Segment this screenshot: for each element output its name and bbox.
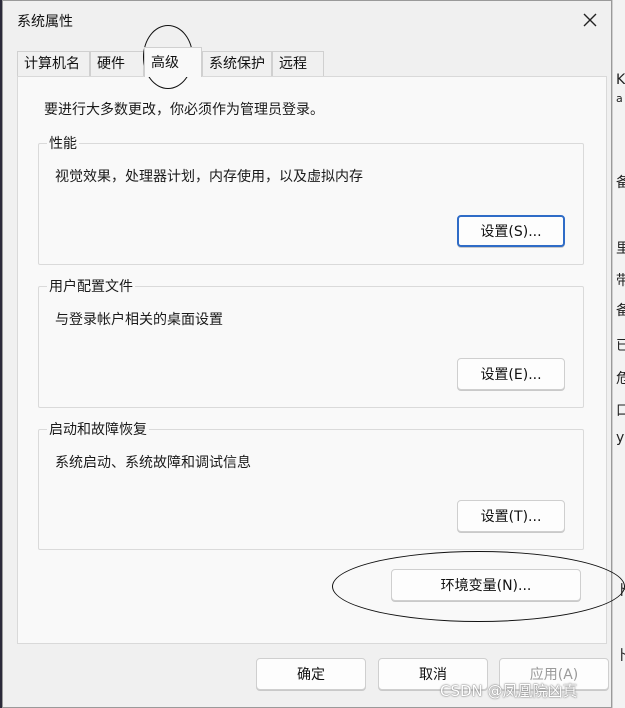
title-bar[interactable]: 系统属性 (3, 1, 611, 39)
startup-recovery-title: 启动和故障恢复 (47, 419, 149, 439)
tab-computer-name[interactable]: 计算机名 (17, 51, 90, 76)
performance-settings-button[interactable]: 设置(S)... (457, 215, 565, 247)
performance-title: 性能 (47, 133, 79, 153)
user-profiles-group: 用户配置文件 与登录帐户相关的桌面设置 设置(E)... (38, 276, 584, 408)
background-text: 卜 (616, 583, 625, 599)
close-icon (583, 13, 597, 27)
startup-recovery-group: 启动和故障恢复 系统启动、系统故障和调试信息 设置(T)... (38, 419, 584, 550)
dialog-title: 系统属性 (17, 14, 73, 30)
watermark: CSDN @凤凰院凶真 (440, 682, 578, 700)
background-text: 卜 (616, 648, 625, 664)
background-text: 口 (616, 403, 625, 419)
startup-recovery-description: 系统启动、系统故障和调试信息 (55, 455, 251, 471)
admin-notice: 要进行大多数更改，你必须作为管理员登录。 (44, 102, 324, 118)
user-profiles-description: 与登录帐户相关的桌面设置 (55, 312, 223, 328)
tab-advanced[interactable]: 高级 (144, 47, 202, 77)
startup-recovery-settings-button[interactable]: 设置(T)... (457, 500, 565, 532)
performance-group: 性能 视觉效果，处理器计划，内存使用，以及虚拟内存 设置(S)... (38, 133, 584, 265)
background-text: 备 (616, 175, 625, 191)
background-text: 带 (616, 273, 625, 289)
background-text: 已 (616, 338, 625, 354)
background-text: 危 (616, 371, 625, 387)
background-window: K a 备 里 带 备 已 危 口 y 卜 卜 (612, 0, 625, 708)
environment-variables-button[interactable]: 环境变量(N)... (391, 569, 581, 601)
user-profiles-title: 用户配置文件 (47, 276, 135, 296)
background-text: 里 (616, 241, 625, 257)
close-button[interactable] (575, 7, 605, 33)
advanced-tab-panel: 要进行大多数更改，你必须作为管理员登录。 性能 视觉效果，处理器计划，内存使用，… (17, 76, 607, 644)
tab-hardware[interactable]: 硬件 (90, 51, 144, 76)
tab-remote[interactable]: 远程 (272, 51, 324, 76)
background-text: K (616, 72, 625, 88)
ok-button[interactable]: 确定 (256, 658, 366, 690)
user-profiles-settings-button[interactable]: 设置(E)... (457, 358, 565, 390)
background-text: 备 (616, 303, 625, 319)
background-text: y (616, 430, 625, 446)
background-text: a (616, 92, 623, 105)
performance-description: 视觉效果，处理器计划，内存使用，以及虚拟内存 (55, 169, 363, 185)
tab-system-protection[interactable]: 系统保护 (202, 51, 272, 76)
system-properties-dialog: 系统属性 计算机名 硬件 高级 系统保护 远程 要进行大多数更改，你必须作为管理… (2, 0, 612, 708)
